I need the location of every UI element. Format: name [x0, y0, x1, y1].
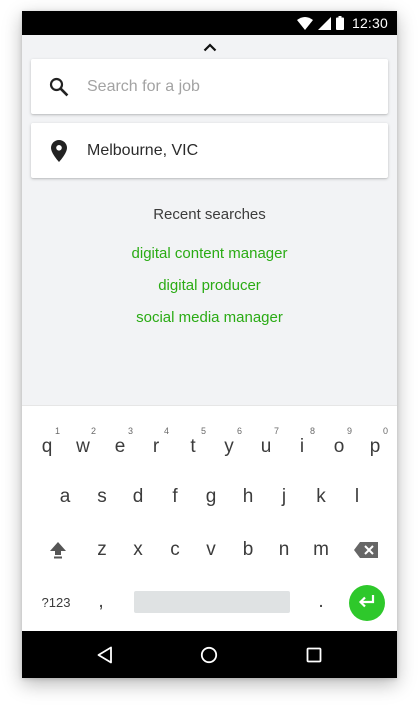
location-pin-icon [31, 139, 87, 162]
space-bar[interactable] [134, 591, 290, 613]
key-e[interactable]: 3e [103, 424, 137, 464]
key-q[interactable]: 1q [30, 424, 64, 464]
key-y[interactable]: 6y [212, 424, 246, 464]
location-card[interactable]: Melbourne, VIC [31, 123, 388, 178]
recent-search-item[interactable]: digital content manager [22, 245, 397, 277]
shift-icon[interactable] [41, 530, 75, 570]
key-p[interactable]: 0p [358, 424, 392, 464]
key-o[interactable]: 9o [322, 424, 356, 464]
key-d[interactable]: d [121, 477, 155, 517]
home-nav-icon[interactable] [179, 631, 239, 678]
key-s[interactable]: s [85, 477, 119, 517]
recent-searches-list: digital content manager digital producer… [22, 245, 397, 341]
key-n[interactable]: n [267, 530, 301, 570]
job-search-input[interactable] [87, 77, 367, 96]
keyboard-row-3: z x c v b n m [22, 530, 397, 570]
period-key[interactable]: . [304, 582, 338, 622]
key-j[interactable]: j [267, 477, 301, 517]
wifi-icon [296, 16, 313, 30]
location-value: Melbourne, VIC [87, 141, 199, 159]
key-i[interactable]: 8i [285, 424, 319, 464]
back-nav-icon[interactable] [75, 631, 135, 678]
battery-icon [335, 16, 344, 30]
key-w[interactable]: 2w [66, 424, 100, 464]
keyboard-row-2: a s d f g h j k l [22, 477, 397, 517]
key-l[interactable]: l [340, 477, 374, 517]
recent-searches-title: Recent searches [153, 206, 266, 223]
key-a[interactable]: a [48, 477, 82, 517]
phone-screen: 12:30 Melbourne, VIC Recent searches dig… [22, 11, 397, 678]
comma-key[interactable]: , [84, 582, 118, 622]
recent-search-item[interactable]: digital producer [22, 277, 397, 309]
key-c[interactable]: c [158, 530, 192, 570]
status-bar: 12:30 [22, 11, 397, 35]
status-time: 12:30 [351, 15, 388, 31]
key-r[interactable]: 4r [139, 424, 173, 464]
chevron-up-icon[interactable] [201, 41, 219, 53]
keyboard-row-1: 1q 2w 3e 4r 5t 6y 7u 8i 9o 0p [22, 424, 397, 464]
key-k[interactable]: k [304, 477, 338, 517]
enter-key[interactable] [349, 585, 385, 621]
key-g[interactable]: g [194, 477, 228, 517]
backspace-icon[interactable] [349, 530, 383, 570]
key-u[interactable]: 7u [249, 424, 283, 464]
keyboard-row-4: ?123 , . [22, 582, 397, 622]
key-m[interactable]: m [304, 530, 338, 570]
search-icon [31, 77, 87, 97]
key-b[interactable]: b [231, 530, 265, 570]
recents-nav-icon[interactable] [284, 631, 344, 678]
job-search-card[interactable] [31, 59, 388, 114]
symbols-key[interactable]: ?123 [34, 582, 78, 622]
key-v[interactable]: v [194, 530, 228, 570]
soft-keyboard: 1q 2w 3e 4r 5t 6y 7u 8i 9o 0p a s d f g … [22, 405, 397, 631]
key-t[interactable]: 5t [176, 424, 210, 464]
key-x[interactable]: x [121, 530, 155, 570]
recent-search-item[interactable]: social media manager [22, 309, 397, 341]
key-f[interactable]: f [158, 477, 192, 517]
key-z[interactable]: z [85, 530, 119, 570]
cell-signal-icon [317, 16, 331, 30]
enter-icon [358, 594, 376, 613]
key-h[interactable]: h [231, 477, 265, 517]
navigation-bar [22, 631, 397, 678]
